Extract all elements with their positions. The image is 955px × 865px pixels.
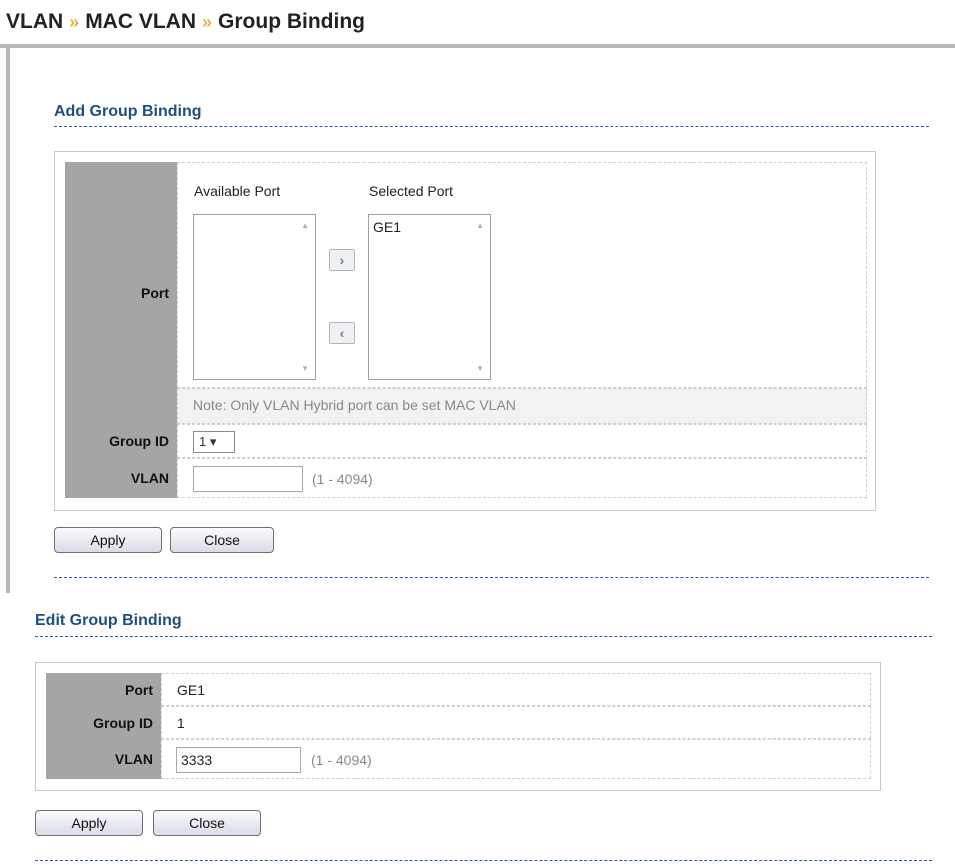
edit-group-id-label-cell: Group ID bbox=[46, 706, 161, 739]
vlan-label-cell: VLAN bbox=[65, 458, 177, 498]
edit-vlan-row: 3333 (1 - 4094) bbox=[161, 739, 871, 779]
edit-group-binding-panel: Port GE1 Group ID 1 VLAN 3333 (1 - 4094) bbox=[35, 662, 881, 791]
edit-vlan-input[interactable]: 3333 bbox=[176, 747, 301, 773]
add-bottom-divider bbox=[54, 577, 929, 578]
group-id-label-cell: Group ID bbox=[65, 424, 177, 458]
port-label-cell: Port bbox=[65, 162, 177, 424]
available-port-list[interactable]: ▲ ▼ bbox=[193, 214, 316, 380]
page-title: VLAN» MAC VLAN» Group Binding bbox=[6, 10, 365, 34]
edit-bottom-divider bbox=[35, 860, 932, 861]
edit-group-id-label: Group ID bbox=[93, 714, 153, 731]
chevron-right-icon: › bbox=[339, 252, 345, 268]
breadcrumb-vlan: VLAN bbox=[6, 10, 64, 33]
edit-close-button[interactable]: Close bbox=[153, 810, 261, 836]
add-apply-button[interactable]: Apply bbox=[54, 527, 162, 553]
vlan-input[interactable] bbox=[193, 466, 303, 492]
add-section-divider bbox=[54, 126, 929, 127]
move-right-button[interactable]: › bbox=[329, 249, 355, 271]
edit-section-title: Edit Group Binding bbox=[35, 612, 182, 629]
breadcrumb-separator-icon: » bbox=[69, 12, 80, 32]
move-left-button[interactable]: ‹ bbox=[329, 322, 355, 344]
group-id-row: 1 ▾ bbox=[177, 424, 867, 458]
add-close-button[interactable]: Close bbox=[170, 527, 274, 553]
note-row: Note: Only VLAN Hybrid port can be set M… bbox=[177, 388, 867, 424]
available-port-label: Available Port bbox=[194, 183, 281, 199]
group-id-label: Group ID bbox=[109, 433, 169, 449]
edit-port-label: Port bbox=[125, 681, 153, 698]
edit-vlan-label-cell: VLAN bbox=[46, 739, 161, 779]
selected-port-item[interactable]: GE1 bbox=[373, 219, 401, 235]
vlan-row: (1 - 4094) bbox=[177, 458, 867, 498]
add-group-binding-panel: Port Available Port Selected Port ▲ ▼ › … bbox=[54, 151, 876, 511]
edit-vlan-label: VLAN bbox=[114, 751, 153, 767]
breadcrumb-mac-vlan: MAC VLAN bbox=[85, 10, 197, 33]
breadcrumb-separator-icon: » bbox=[202, 12, 213, 32]
left-rule-divider bbox=[6, 48, 10, 593]
scroll-up-icon[interactable]: ▲ bbox=[476, 221, 484, 230]
vlan-range-hint: (1 - 4094) bbox=[312, 471, 373, 487]
hybrid-note: Note: Only VLAN Hybrid port can be set M… bbox=[193, 397, 516, 413]
edit-apply-button[interactable]: Apply bbox=[35, 810, 143, 836]
port-label: Port bbox=[141, 285, 169, 301]
group-id-select[interactable]: 1 ▾ bbox=[193, 431, 235, 453]
edit-port-value: GE1 bbox=[177, 682, 206, 698]
port-selector-row: Available Port Selected Port ▲ ▼ › ‹ GE1… bbox=[177, 162, 867, 388]
edit-port-row: GE1 bbox=[161, 673, 871, 706]
scroll-down-icon[interactable]: ▼ bbox=[301, 364, 309, 373]
breadcrumb-group-binding: Group Binding bbox=[218, 10, 366, 33]
scroll-up-icon[interactable]: ▲ bbox=[301, 221, 309, 230]
chevron-left-icon: ‹ bbox=[339, 325, 345, 341]
scroll-down-icon[interactable]: ▼ bbox=[476, 364, 484, 373]
add-section-title: Add Group Binding bbox=[54, 103, 202, 120]
edit-section-divider bbox=[35, 636, 932, 637]
selected-port-label: Selected Port bbox=[369, 183, 454, 199]
edit-vlan-range-hint: (1 - 4094) bbox=[311, 752, 372, 768]
edit-port-label-cell: Port bbox=[46, 673, 161, 706]
edit-group-id-value: 1 bbox=[177, 715, 185, 731]
vlan-label: VLAN bbox=[130, 470, 169, 486]
selected-port-list[interactable]: GE1 ▲ ▼ bbox=[368, 214, 491, 380]
edit-group-id-row: 1 bbox=[161, 706, 871, 739]
page-header: VLAN» MAC VLAN» Group Binding bbox=[0, 0, 955, 48]
